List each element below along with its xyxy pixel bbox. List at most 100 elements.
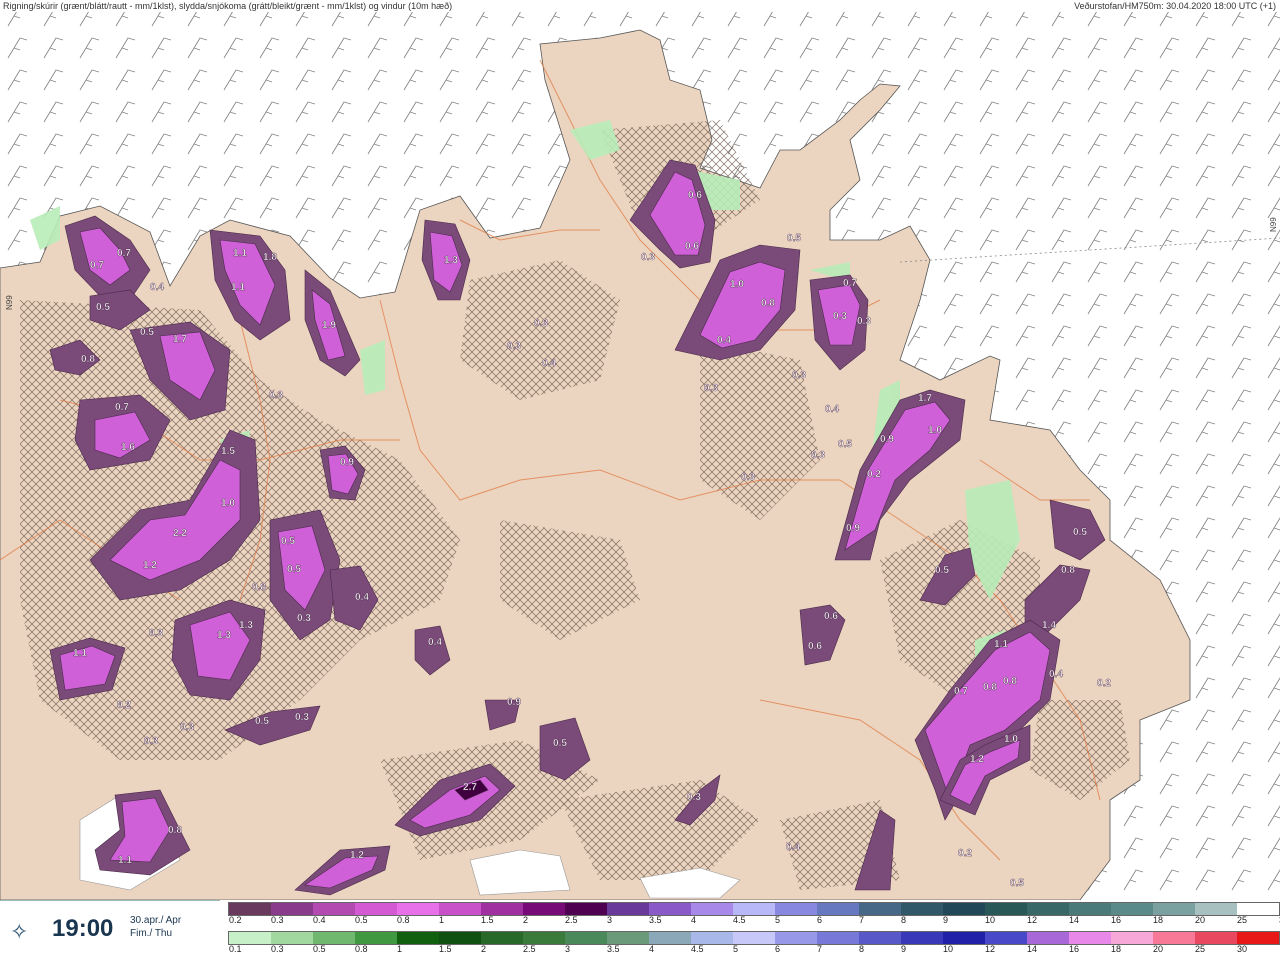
forecast-time-box: ✧ 19:00 30.apr./ Apr Fim./ Thu: [0, 900, 220, 959]
legend-tick-label: 0.2: [229, 915, 242, 925]
legend-tick-label: 12: [985, 944, 996, 954]
precip-value: 0.5: [553, 738, 567, 749]
precip-value: 0.4: [825, 404, 839, 415]
legend-tick-label: 16: [1111, 915, 1122, 925]
legend-swatch: [649, 903, 691, 915]
legend-swatch: [1153, 903, 1195, 915]
map-source-timestamp: Veðurstofan/HM750m: 30.04.2020 18:00 UTC…: [1074, 1, 1276, 11]
precip-value: 1.0: [928, 425, 942, 436]
precip-value: 0.9: [880, 434, 894, 445]
legend-tick-label: 18: [1111, 944, 1122, 954]
lat-label-left: N99: [5, 295, 14, 310]
legend-swatch: [607, 903, 649, 915]
legend-swatch: [229, 932, 271, 944]
precip-value: 0.7: [954, 686, 968, 697]
precip-value: 0.8: [1003, 676, 1017, 687]
precip-value: 0.3: [833, 311, 847, 322]
precip-value: 0.8: [81, 354, 95, 365]
precip-value: 0.3: [507, 341, 521, 352]
legend-swatch: [1153, 932, 1195, 944]
legend-swatch: [313, 903, 355, 915]
precip-value: 0.3: [641, 252, 655, 263]
legend-tick-label: 1: [397, 944, 403, 954]
precip-value: 1.2: [143, 560, 157, 571]
legend-tick-label: 0.1: [229, 944, 242, 954]
precip-value: 0.4: [428, 637, 442, 648]
legend-swatch: [1237, 903, 1279, 915]
precip-value: 0.5: [96, 302, 110, 313]
legend-swatch: [1237, 932, 1279, 944]
legend-tick-label: 14: [1069, 915, 1080, 925]
precip-value: 0.2: [958, 848, 972, 859]
precip-value: 0.8: [252, 582, 266, 593]
legend-tick-label: 12: [1027, 915, 1038, 925]
precip-value: 0.6: [824, 611, 838, 622]
legend-tick-label: 1.5: [439, 944, 452, 954]
legend-swatch: [313, 932, 355, 944]
legend-tick-label: 5: [775, 915, 781, 925]
legend-tick-label: 16: [1069, 944, 1080, 954]
precip-value: 0.3: [180, 722, 194, 733]
legend-swatch: [439, 903, 481, 915]
lat-label-right: N99: [1269, 217, 1278, 232]
precip-value: 1.8: [263, 252, 277, 263]
precip-value: 0.3: [534, 318, 548, 329]
legend-tick-label: 3: [607, 915, 613, 925]
legend-swatch: [439, 932, 481, 944]
legend-swatch: [397, 932, 439, 944]
legend-swatch: [985, 932, 1027, 944]
precip-value: 1.0: [221, 498, 235, 509]
precip-value: 1.4: [1042, 620, 1056, 631]
weather-map: N99 N99 0.7 0.7 0.4 0.5 0.8 0.5 1.7 0.7 1.6 1.1 1.…: [0, 0, 1280, 901]
legend-tick-label: 0.8: [355, 944, 368, 954]
precip-value: 1.1: [231, 282, 245, 293]
legend-tick-label: 4.5: [733, 915, 746, 925]
precip-value: 0.3: [687, 792, 701, 803]
legend-swatch: [733, 932, 775, 944]
precip-value: 2.7: [463, 782, 477, 793]
legend-tick-label: 6: [817, 915, 823, 925]
precip-value: 1.7: [918, 393, 932, 404]
precip-value: 0.5: [935, 565, 949, 576]
precip-value: 0.8: [983, 682, 997, 693]
forecast-date-line: 30.apr./ Apr: [130, 915, 182, 926]
precip-value: 1.1: [73, 648, 87, 659]
legend-tick-label: 7: [859, 915, 865, 925]
legend-rain: 0.1 0.3 0.5 0.8 1 1.5 2 2.5 3 3.5 4 4.5 5 6 7 8 9 10 12 14 1…: [228, 929, 1280, 958]
precip-value: 0.9: [340, 457, 354, 468]
precip-value: 1.0: [1004, 734, 1018, 745]
legend-swatch: [649, 932, 691, 944]
legend-swatch: [1111, 903, 1153, 915]
map-title: Rigning/skúrir (grænt/blátt/rautt - mm/1…: [3, 1, 453, 11]
precip-value: 0.4: [717, 335, 731, 346]
precip-value: 0.3: [792, 370, 806, 381]
legend-tick-label: 4: [649, 944, 655, 954]
legend-tick-label: 8: [859, 944, 865, 954]
legend-tick-label: 1.5: [481, 915, 494, 925]
legend-snow-swatches: [228, 902, 1280, 916]
legend-tick-label: 9: [943, 915, 949, 925]
precip-value: 0.3: [295, 712, 309, 723]
legend-tick-label: 4: [691, 915, 697, 925]
precip-value: 0.8: [1061, 565, 1075, 576]
precip-value: 0.8: [761, 298, 775, 309]
legend-tick-label: 2.5: [565, 915, 578, 925]
legend-swatch: [271, 903, 313, 915]
legend-tick-label: 0.3: [271, 915, 284, 925]
legend-swatch: [397, 903, 439, 915]
legend-swatch: [817, 932, 859, 944]
precip-value: 1.2: [350, 850, 364, 861]
forecast-date: 30.apr./ Apr Fim./ Thu: [130, 914, 181, 940]
legend-tick-label: 6: [775, 944, 781, 954]
legend-tick-label: 2.5: [523, 944, 536, 954]
precip-value: 0.7: [115, 402, 129, 413]
precip-value: 0.7: [843, 278, 857, 289]
legend-swatch: [691, 903, 733, 915]
legend-swatch: [229, 903, 271, 915]
legend-tick-label: 3.5: [649, 915, 662, 925]
precip-value: 0.5: [838, 439, 852, 450]
legend-tick-label: 10: [985, 915, 996, 925]
legend-swatch: [271, 932, 313, 944]
precip-value: 0.3: [857, 316, 871, 327]
legend-swatch: [481, 903, 523, 915]
